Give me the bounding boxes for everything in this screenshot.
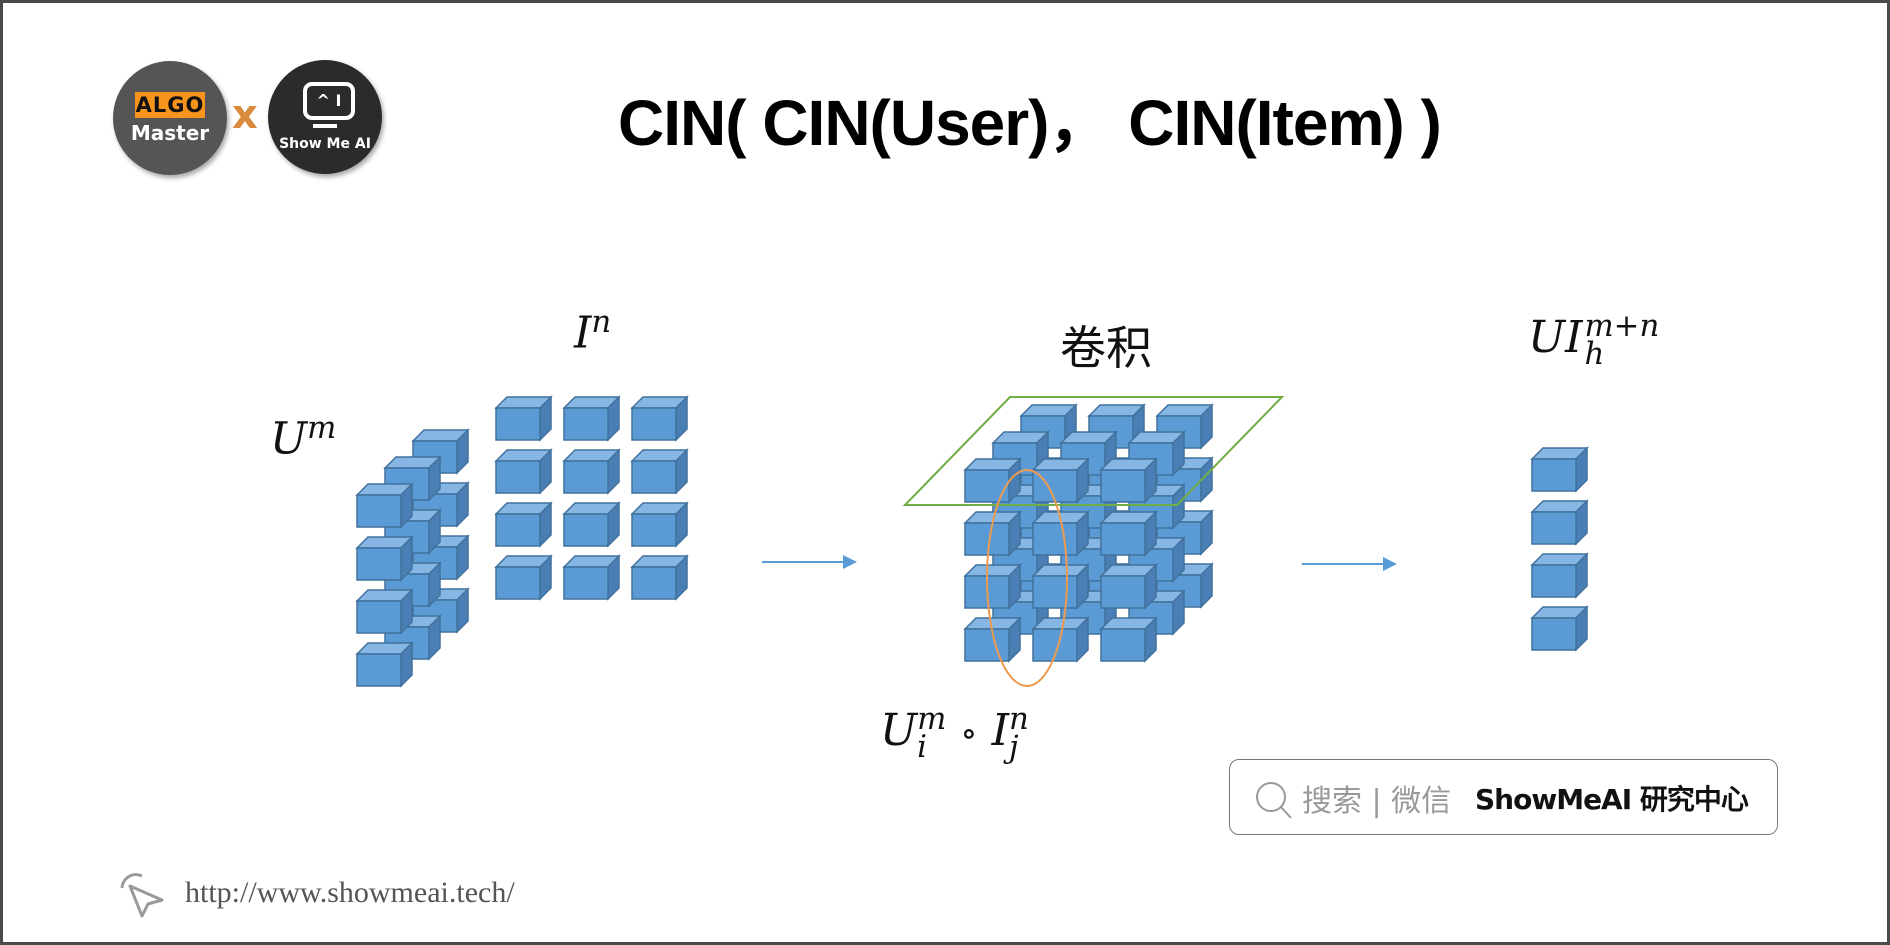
cube-front-face bbox=[1531, 564, 1577, 598]
arrow-head bbox=[843, 555, 857, 569]
cube-front-face bbox=[964, 469, 1010, 503]
label-sub: j bbox=[1008, 728, 1019, 765]
item-matrix-cube bbox=[494, 554, 553, 601]
cube-front-face bbox=[495, 513, 541, 547]
cube-front-face bbox=[1531, 511, 1577, 545]
conv-tensor-cube bbox=[963, 563, 1022, 610]
cube-front-face bbox=[495, 407, 541, 441]
cube-front-face bbox=[356, 653, 402, 687]
cursor-icon bbox=[120, 873, 164, 918]
conv-tensor-cube bbox=[963, 616, 1022, 663]
cube-front-face bbox=[1032, 522, 1078, 556]
cube-front-face bbox=[563, 460, 609, 494]
output-vector-cube bbox=[1530, 446, 1589, 493]
convolution-label: 卷积 bbox=[1060, 321, 1152, 375]
cube-front-face bbox=[495, 460, 541, 494]
user-tensor-label: Um bbox=[270, 410, 336, 465]
cube-front-face bbox=[964, 628, 1010, 662]
user-tensor-cube bbox=[355, 482, 414, 529]
cube-front-face bbox=[631, 407, 677, 441]
item-matrix-cube bbox=[630, 554, 689, 601]
conv-tensor-cube bbox=[963, 510, 1022, 557]
item-matrix-cube bbox=[494, 501, 553, 548]
label-base: I bbox=[991, 705, 1009, 756]
output-vector-cube bbox=[1530, 552, 1589, 599]
cube-front-face bbox=[495, 566, 541, 600]
conv-tensor-cube bbox=[1031, 457, 1090, 504]
cube-front-face bbox=[563, 513, 609, 547]
wechat-search-badge: 搜索 | 微信 ShowMeAI 研究中心 bbox=[1229, 759, 1778, 835]
item-matrix-cube bbox=[562, 395, 621, 442]
user-tensor-cube bbox=[355, 588, 414, 635]
cube-front-face bbox=[1531, 617, 1577, 651]
label-base: U bbox=[880, 705, 918, 756]
cube-front-face bbox=[563, 566, 609, 600]
label-base: UI bbox=[1528, 312, 1583, 363]
cube-front-face bbox=[1032, 575, 1078, 609]
hadamard-operator: ∘ bbox=[960, 713, 978, 754]
search-icon bbox=[1256, 782, 1292, 819]
cube-front-face bbox=[356, 494, 402, 528]
website-link[interactable]: http://www.showmeai.tech/ bbox=[185, 876, 515, 910]
conv-tensor-cube bbox=[1099, 563, 1158, 610]
search-hint: 搜索 | 微信 bbox=[1302, 784, 1452, 819]
label-base: U bbox=[270, 413, 308, 465]
conv-tensor-cube bbox=[1099, 510, 1158, 557]
conv-tensor-cube bbox=[1031, 563, 1090, 610]
arrow-head bbox=[1383, 557, 1397, 571]
cube-front-face bbox=[563, 407, 609, 441]
output-vector-cube bbox=[1530, 499, 1589, 546]
label-base: I bbox=[574, 307, 592, 359]
item-matrix-cube bbox=[630, 448, 689, 495]
cube-group bbox=[355, 395, 1589, 688]
item-matrix-cube bbox=[630, 395, 689, 442]
item-matrix-cube bbox=[630, 501, 689, 548]
item-matrix-cube bbox=[494, 448, 553, 495]
user-tensor-cube bbox=[355, 535, 414, 582]
conv-tensor-cube bbox=[1099, 616, 1158, 663]
cube-front-face bbox=[1100, 575, 1146, 609]
cube-front-face bbox=[1100, 522, 1146, 556]
item-matrix-cube bbox=[562, 448, 621, 495]
cube-front-face bbox=[1100, 469, 1146, 503]
item-matrix-cube bbox=[562, 501, 621, 548]
cube-front-face bbox=[1100, 628, 1146, 662]
label-sub: i bbox=[917, 728, 927, 765]
item-matrix-cube bbox=[562, 554, 621, 601]
hadamard-label: Umi ∘ Inj bbox=[880, 704, 1029, 765]
item-matrix-label: In bbox=[574, 304, 611, 359]
cube-front-face bbox=[964, 522, 1010, 556]
output-vector-cube bbox=[1530, 605, 1589, 652]
arrow-to-conv bbox=[762, 555, 857, 569]
cube-front-face bbox=[631, 513, 677, 547]
output-label: UI m+n h bbox=[1528, 311, 1659, 372]
item-matrix-cube bbox=[494, 395, 553, 442]
user-tensor-cube bbox=[355, 641, 414, 688]
label-sub: h bbox=[1584, 335, 1605, 372]
cube-front-face bbox=[356, 600, 402, 634]
search-brand: ShowMeAI 研究中心 bbox=[1475, 783, 1749, 816]
cube-front-face bbox=[356, 547, 402, 581]
cube-front-face bbox=[631, 566, 677, 600]
label-sup: n bbox=[591, 304, 612, 340]
arrow-to-output bbox=[1302, 557, 1397, 571]
cube-front-face bbox=[631, 460, 677, 494]
conv-tensor-cube bbox=[1099, 457, 1158, 504]
label-sup: m bbox=[307, 410, 337, 446]
conv-tensor-cube bbox=[963, 457, 1022, 504]
cube-front-face bbox=[1531, 458, 1577, 492]
